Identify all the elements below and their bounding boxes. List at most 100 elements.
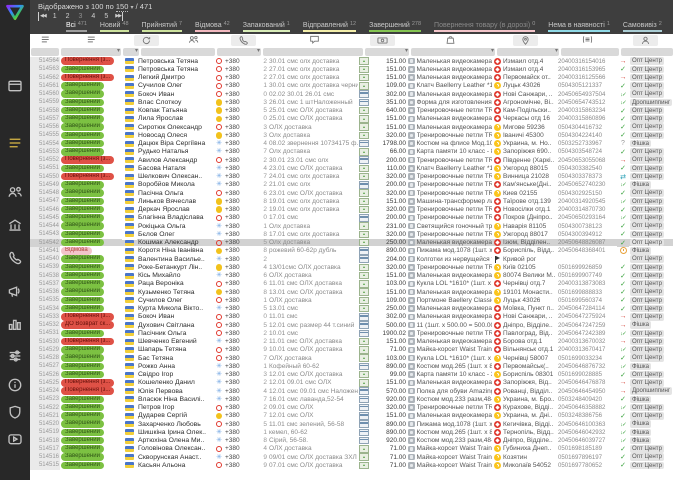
order-row[interactable]: 514517 Завершений Головінова Олексан.. +… — [30, 444, 673, 453]
ttn-number[interactable]: 0501697896197 — [557, 454, 617, 461]
client-phone[interactable]: +380 — [224, 388, 254, 395]
client-phone[interactable]: +380 — [224, 107, 254, 114]
sidebar-item-stats[interactable] — [7, 316, 23, 332]
filter-input-4[interactable] — [217, 47, 261, 56]
column-header-status-list[interactable] — [30, 35, 60, 47]
ttn-number[interactable]: 20400313670032 — [557, 338, 617, 345]
column-header-clients[interactable] — [171, 35, 216, 47]
client-phone[interactable]: +380 — [224, 231, 254, 238]
page-number-4[interactable]: 4 — [91, 12, 95, 21]
sidebar-item-calls[interactable] — [7, 250, 23, 266]
client-phone[interactable]: +380 — [224, 190, 254, 197]
order-row[interactable]: 514551 Завершений Басова Наталя +380 4 2… — [30, 164, 673, 173]
client-phone[interactable]: +380 — [224, 338, 254, 345]
order-row[interactable]: 514524 Повернення (з... Юлія Первова +38… — [30, 387, 673, 396]
ttn-number[interactable]: 20450647275924 — [557, 313, 617, 320]
ttn-number[interactable]: 20450648368401 — [557, 247, 617, 254]
client-phone[interactable]: +380 — [224, 157, 254, 164]
page-number-3[interactable]: 3 — [79, 12, 83, 21]
page-number-1[interactable]: 1 — [53, 12, 57, 21]
tab-завершений[interactable]: Завершений 278 — [369, 21, 422, 32]
sidebar-item-orders[interactable] — [7, 135, 23, 151]
client-phone[interactable]: +380 — [224, 412, 254, 419]
sidebar-item-video[interactable] — [7, 431, 23, 447]
sidebar-item-marketing[interactable] — [7, 283, 23, 299]
column-header-phone[interactable] — [216, 35, 270, 47]
page-number-5[interactable]: 5 — [104, 12, 108, 21]
filter-input-2[interactable] — [123, 47, 139, 56]
order-row[interactable]: 514518 Завершений Артюхіна Олена Ми.. +3… — [30, 436, 673, 445]
client-phone[interactable]: +380 — [224, 99, 254, 106]
filter-input-7[interactable] — [411, 47, 495, 56]
ttn-number[interactable]: 0503248409420 — [557, 396, 617, 403]
client-phone[interactable]: +380 — [224, 58, 254, 65]
ttn-number[interactable]: 0504303382540 — [557, 165, 617, 172]
column-header-products[interactable] — [407, 35, 493, 47]
ttn-number[interactable]: 0504300394912 — [557, 231, 617, 238]
client-phone[interactable]: +380 — [224, 272, 254, 279]
order-row[interactable]: 514560 Завершений Бокоч Иван +380 0 02.0… — [30, 90, 673, 99]
order-row[interactable]: 514563 Завершений Петровська Тетяна +380… — [30, 65, 673, 74]
page-number-2[interactable]: 2 — [66, 12, 70, 21]
client-phone[interactable]: +380 — [224, 363, 254, 370]
client-phone[interactable]: +380 — [224, 445, 254, 452]
ttn-number[interactable]: 20450646358882 — [557, 404, 617, 411]
filter-input-1[interactable] — [61, 47, 121, 56]
order-row[interactable]: 514528 Завершений Бас Тетяна +380 7 ОЛХ … — [30, 354, 673, 363]
column-header-substatus-list[interactable] — [60, 35, 122, 47]
tab-повернення-товару-в-дорозі-[interactable]: Повернення товару (в дорозі) 0 — [434, 21, 536, 32]
ttn-number[interactable]: 0504305121337 — [557, 82, 617, 89]
order-row[interactable]: 514535 Завершений Сучилов Олег +380 1 ОЛ… — [30, 296, 673, 305]
ttn-number[interactable]: 20450646476878 — [557, 379, 617, 386]
filter-input-10[interactable] — [621, 48, 673, 56]
client-phone[interactable]: +380 — [224, 181, 254, 188]
order-row[interactable]: 514554 Завершений Дацюк Віра Сергіївна +… — [30, 139, 673, 148]
tab-відмова[interactable]: Відмова 42 — [195, 21, 230, 32]
filter-input-0[interactable] — [31, 48, 59, 56]
column-header-ttn[interactable] — [557, 35, 617, 47]
sidebar-item-support[interactable] — [7, 404, 23, 420]
order-row[interactable]: 514556 Завершений Сиротюк Олександр +380… — [30, 123, 673, 132]
order-row[interactable]: 514549 Завершений Воробйов Микола +380 2… — [30, 180, 673, 189]
order-row[interactable]: 514532 ДО Возврат ск... Духович Світлана… — [30, 321, 673, 330]
ttn-number[interactable]: 0501697780652 — [557, 462, 617, 469]
client-phone[interactable]: +380 — [224, 148, 254, 155]
sidebar-item-settings[interactable] — [7, 348, 23, 364]
column-header-delivery[interactable] — [493, 35, 557, 47]
order-row[interactable]: 514526 Завершений Свідро Ігор +380 3 12.… — [30, 370, 673, 379]
client-phone[interactable]: +380 — [224, 206, 254, 213]
ttn-number[interactable]: 0501699888833 — [557, 289, 617, 296]
client-phone[interactable]: +380 — [224, 223, 254, 230]
ttn-number[interactable]: 0501699028885 — [557, 371, 617, 378]
ttn-number[interactable]: 20400316125566 — [557, 74, 617, 81]
client-phone[interactable]: +380 — [224, 82, 254, 89]
client-phone[interactable]: +380 — [224, 371, 254, 378]
ttn-number[interactable]: 20450652740230 — [557, 181, 617, 188]
client-phone[interactable]: +380 — [224, 239, 254, 247]
order-row[interactable]: 514520 Завершений Захарченко Любовь +380… — [30, 420, 673, 429]
column-header-comment[interactable] — [270, 35, 358, 47]
ttn-number[interactable]: 0503248386756 — [557, 412, 617, 419]
client-phone[interactable]: +380 — [224, 330, 254, 337]
order-row[interactable]: 514555 Завершений Новосад Олеся +380 3 О… — [30, 131, 673, 140]
ttn-number[interactable]: 0504304416732 — [557, 124, 617, 131]
ttn-number[interactable]: 20400316154016 — [557, 58, 617, 65]
order-row[interactable]: 514558 Завершений Ковпак Татьяна +380 5 … — [30, 106, 673, 115]
ttn-number[interactable]: 20450647242389 — [557, 330, 617, 337]
order-row[interactable]: 514564 Повернення (з... Петровська Тетян… — [30, 57, 673, 66]
order-row[interactable]: 514547 Завершений Линьков Вячеслав +380 … — [30, 197, 673, 206]
ttn-number[interactable]: 20450646454950 — [557, 388, 617, 395]
ttn-number[interactable]: 0501698185189 — [557, 445, 617, 452]
client-phone[interactable]: +380 — [224, 247, 254, 254]
order-row[interactable]: 514516 Завершений Скворунская Анаст.. +3… — [30, 453, 673, 462]
client-phone[interactable]: +380 — [224, 124, 254, 131]
ttn-number[interactable]: 20400315863234 — [557, 107, 617, 114]
client-phone[interactable]: +380 — [224, 437, 254, 444]
column-header-refresh[interactable] — [122, 35, 171, 47]
ttn-number[interactable]: 0504303548724 — [557, 148, 617, 155]
filter-input-5[interactable] — [263, 48, 363, 56]
client-phone[interactable]: +380 — [224, 346, 254, 353]
client-phone[interactable]: +380 — [224, 289, 254, 296]
sidebar-item-dashboard[interactable] — [7, 78, 23, 94]
order-row[interactable]: 514529 Завершений Шапарь Тетяна +380 9 1… — [30, 345, 673, 354]
